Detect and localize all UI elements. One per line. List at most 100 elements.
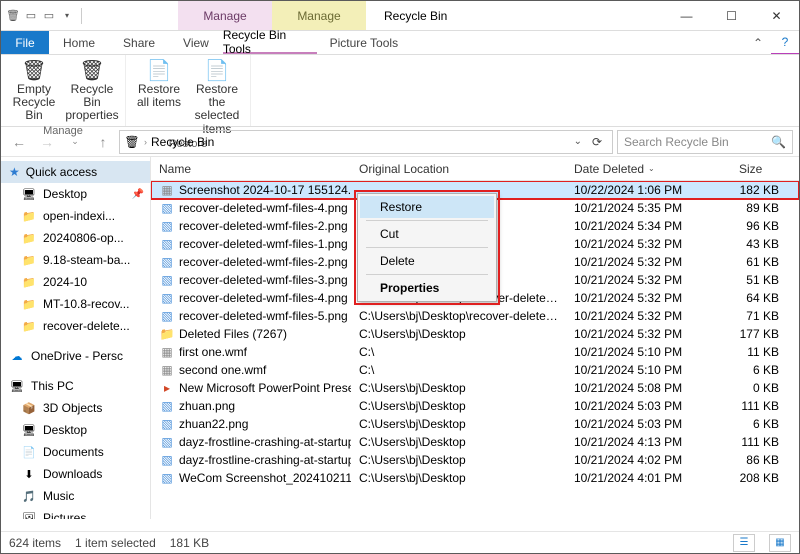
folder-icon: 🖥 (21, 423, 37, 437)
ctx-cut[interactable]: Cut (360, 223, 494, 245)
minimize-button[interactable]: — (664, 1, 709, 31)
file-icon: ▧ (159, 291, 175, 305)
file-icon: ▧ (159, 201, 175, 215)
file-icon: ▧ (159, 219, 175, 233)
navigation-pane[interactable]: ★Quick access🖥Desktop📌📁open-indexi...📁20… (1, 157, 151, 519)
empty-recycle-bin[interactable]: 🗑EmptyRecycle Bin (7, 57, 61, 123)
file-icon: ▧ (159, 399, 175, 413)
file-size: 6 KB (731, 417, 799, 431)
tab-recycle-bin-tools[interactable]: Recycle Bin Tools (223, 31, 317, 54)
folder-icon: 📁 (21, 275, 37, 289)
sidebar-item[interactable]: 📁MT-10.8-recov... (1, 293, 150, 315)
file-size: 71 KB (731, 309, 799, 323)
contextual-group-recycle: Manage (178, 1, 272, 30)
ctx-properties[interactable]: Properties (360, 277, 494, 299)
close-button[interactable]: ✕ (754, 1, 799, 31)
sidebar-item[interactable]: ⬇Downloads (1, 463, 150, 485)
column-header-size[interactable]: Size (731, 157, 799, 180)
sidebar-item[interactable]: 🎵Music (1, 485, 150, 507)
file-size: 61 KB (731, 255, 799, 269)
file-tab[interactable]: File (1, 31, 49, 54)
table-row[interactable]: ▧dayz-frostline-crashing-at-startup-...C… (151, 451, 799, 469)
sidebar-item[interactable]: 📁20240806-op... (1, 227, 150, 249)
table-row[interactable]: ▧zhuan.pngC:\Users\bj\Desktop10/21/2024 … (151, 397, 799, 415)
separator (366, 220, 488, 221)
recent-locations-icon[interactable]: ⌄ (63, 130, 87, 154)
tab-home[interactable]: Home (49, 31, 109, 54)
file-name: recover-deleted-wmf-files-4.png (179, 201, 348, 215)
separator (366, 247, 488, 248)
file-name: recover-deleted-wmf-files-2.png (179, 255, 348, 269)
view-large-icons-button[interactable]: ▦ (769, 534, 791, 552)
ctx-delete[interactable]: Delete (360, 250, 494, 272)
tab-picture-tools[interactable]: Picture Tools (317, 31, 411, 54)
sidebar-item[interactable]: 📦3D Objects (1, 397, 150, 419)
pin-icon: 📌 (132, 189, 144, 200)
qat-item[interactable]: ▭ (41, 8, 57, 24)
file-date: 10/21/2024 4:02 PM (566, 453, 731, 467)
sidebar-item[interactable]: 📁9.18-steam-ba... (1, 249, 150, 271)
table-row[interactable]: ▸New Microsoft PowerPoint Present...C:\U… (151, 379, 799, 397)
address-dropdown-icon[interactable]: ⌄ (574, 136, 582, 147)
table-row[interactable]: ▦second one.wmfC:\10/21/2024 5:10 PM6 KB (151, 361, 799, 379)
table-row[interactable]: ▧recover-deleted-wmf-files-5.pngC:\Users… (151, 307, 799, 325)
column-header-name[interactable]: Name (151, 157, 351, 180)
ctx-restore[interactable]: Restore (360, 196, 494, 218)
sidebar-item[interactable]: 📁recover-delete... (1, 315, 150, 337)
sidebar-item[interactable]: 🖼Pictures (1, 507, 150, 519)
status-selection: 1 item selected (75, 536, 156, 550)
column-header-original-location[interactable]: Original Location (351, 157, 566, 180)
address-input[interactable]: 🗑 › Recycle Bin ⌄ ⟳ (119, 130, 613, 154)
file-name: first one.wmf (179, 345, 247, 359)
up-button[interactable]: ↑ (91, 130, 115, 154)
empty-recycle-bin-icon: 🗑 (18, 59, 50, 83)
sidebar-this-pc[interactable]: 🖥This PC (1, 375, 150, 397)
sidebar-quick-access[interactable]: ★Quick access (1, 161, 150, 183)
recycle-bin-icon: 🗑 (124, 134, 140, 150)
search-input[interactable]: Search Recycle Bin 🔍 (617, 130, 793, 154)
tab-share[interactable]: Share (109, 31, 169, 54)
column-header-date-deleted[interactable]: Date Deleted⌄ (566, 157, 731, 180)
sidebar-item[interactable]: 📁2024-10 (1, 271, 150, 293)
separator (366, 274, 488, 275)
file-icon: 📁 (159, 327, 175, 341)
file-name: Deleted Files (7267) (179, 327, 287, 341)
qat-item[interactable]: ▭ (23, 8, 39, 24)
folder-icon: 🎵 (21, 489, 37, 503)
view-details-button[interactable]: ☰ (733, 534, 755, 552)
sidebar-item-desktop[interactable]: 🖥Desktop📌 (1, 183, 150, 205)
onedrive-icon: ☁ (9, 349, 25, 363)
refresh-button[interactable]: ⟳ (586, 131, 608, 153)
file-name: Screenshot 2024-10-17 155124.wmf (179, 183, 351, 197)
back-button[interactable]: ← (7, 130, 31, 154)
qat-dropdown-icon[interactable]: ▾ (59, 8, 75, 24)
sidebar-item[interactable]: 📁open-indexi... (1, 205, 150, 227)
forward-button[interactable]: → (35, 130, 59, 154)
file-icon: ▸ (159, 381, 175, 395)
maximize-button[interactable]: ☐ (709, 1, 754, 31)
tab-view[interactable]: View (169, 31, 223, 54)
sidebar-onedrive[interactable]: ☁OneDrive - Persc (1, 345, 150, 367)
sidebar-item[interactable]: 📄Documents (1, 441, 150, 463)
file-size: 111 KB (731, 435, 799, 449)
restore-selected-items[interactable]: 📄Restore theselected items (190, 57, 244, 136)
chevron-right-icon: › (144, 137, 147, 147)
restore-all-items[interactable]: 📄Restoreall items (132, 57, 186, 109)
file-date: 10/21/2024 5:32 PM (566, 255, 731, 269)
ribbon: 🗑EmptyRecycle Bin🗑Recycle BinpropertiesM… (1, 55, 799, 127)
file-date: 10/21/2024 5:32 PM (566, 291, 731, 305)
status-item-count: 624 items (9, 536, 61, 550)
recycle-bin-properties[interactable]: 🗑Recycle Binproperties (65, 57, 119, 123)
file-icon: ▦ (159, 183, 175, 197)
file-size: 64 KB (731, 291, 799, 305)
ribbon-collapse-icon[interactable]: ⌃ (745, 31, 771, 54)
window-controls: — ☐ ✕ (664, 1, 799, 30)
table-row[interactable]: ▧WeCom Screenshot_20241021148...C:\Users… (151, 469, 799, 487)
table-row[interactable]: ▧zhuan22.pngC:\Users\bj\Desktop10/21/202… (151, 415, 799, 433)
help-icon[interactable]: ? (771, 31, 799, 54)
table-row[interactable]: ▧dayz-frostline-crashing-at-startup-...C… (151, 433, 799, 451)
contextual-group-picture: Manage (272, 1, 366, 30)
table-row[interactable]: 📁Deleted Files (7267)C:\Users\bj\Desktop… (151, 325, 799, 343)
table-row[interactable]: ▦first one.wmfC:\10/21/2024 5:10 PM11 KB (151, 343, 799, 361)
sidebar-item[interactable]: 🖥Desktop (1, 419, 150, 441)
